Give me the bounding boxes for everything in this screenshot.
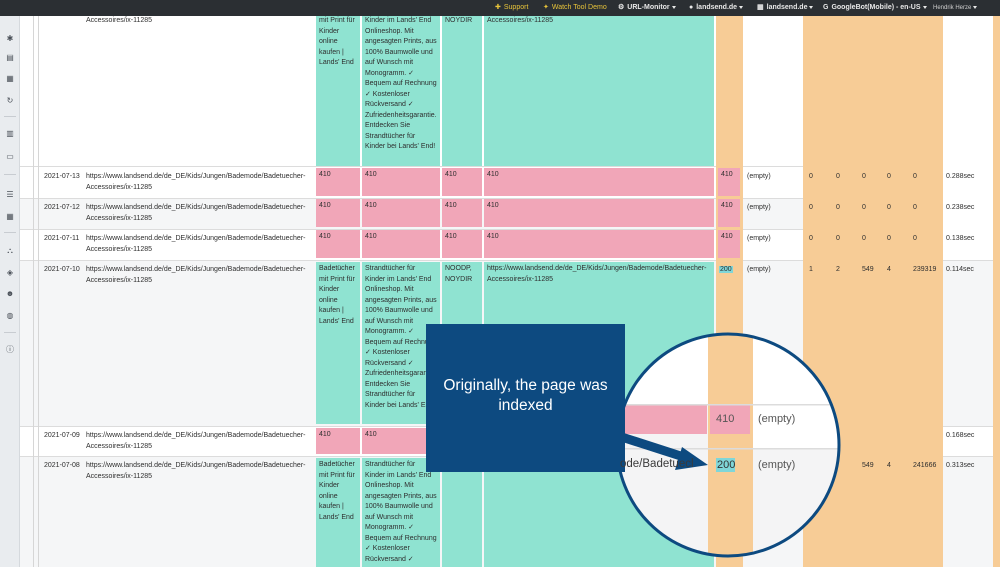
- zoom-empty-410: (empty): [758, 413, 796, 425]
- zoom-magnifier: [598, 332, 841, 558]
- annotation-callout: Originally, the page was indexed: [426, 324, 625, 472]
- zoom-status-200: 200: [717, 459, 736, 471]
- callout-text: Originally, the page was indexed: [443, 377, 608, 414]
- zoom-empty-200: (empty): [758, 459, 796, 471]
- zoom-url-fragment: ode/Badetuecl: [620, 458, 694, 470]
- zoom-content: [617, 334, 839, 556]
- zoom-status-410: 410: [716, 413, 735, 425]
